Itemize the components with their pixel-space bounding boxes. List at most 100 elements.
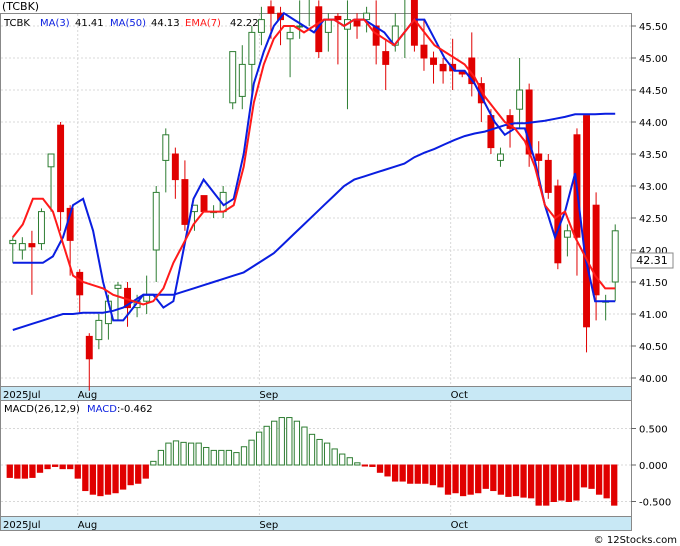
macd-bar-negative (384, 464, 391, 477)
credit-label: © 12Stocks.com (594, 535, 677, 546)
macd-bar-positive (271, 420, 278, 466)
macd-bar-positive (187, 442, 195, 466)
macd-bar-positive (293, 420, 301, 466)
macd-bar-negative (6, 464, 13, 478)
candle-body (430, 57, 437, 65)
chart-canvas: 40.0040.5041.0041.5042.0042.5043.0043.50… (0, 0, 677, 546)
macd-x-label: Aug (78, 520, 98, 531)
price-tick-label: 46.00 (639, 0, 668, 1)
macd-bar-positive (165, 442, 172, 466)
macd-bar-negative (558, 464, 565, 501)
candle-body (76, 271, 84, 296)
macd-bar-negative (135, 464, 142, 484)
price-tick-label: 45.50 (639, 22, 668, 33)
macd-bar-positive (286, 417, 293, 466)
macd-bar-negative (437, 464, 444, 488)
macd-bar-positive (331, 448, 338, 466)
legend-macd-name: MACD (87, 404, 117, 415)
macd-tick-label: 0.000 (639, 461, 668, 472)
last-price-tag: 42.31 (630, 252, 674, 269)
macd-bar-negative (565, 464, 573, 502)
candle-body (286, 31, 294, 40)
candle-body (162, 134, 170, 161)
candle-body (181, 179, 189, 225)
candle-body (38, 211, 45, 245)
macd-bar-negative (512, 464, 520, 497)
candle-body (238, 63, 246, 97)
macd-bar-negative (429, 464, 437, 486)
macd-bar-negative (112, 464, 119, 494)
candle-body (9, 239, 17, 245)
macd-bar-positive (172, 440, 180, 466)
macd-bar-negative (29, 464, 36, 478)
macd-bar-positive (218, 449, 225, 466)
macd-bar-negative (391, 464, 399, 482)
candle-body (248, 31, 256, 65)
candle-body (535, 153, 543, 161)
macd-bar-negative (127, 464, 134, 486)
candle-body (420, 44, 428, 59)
price-tick-label: 41.50 (639, 278, 668, 289)
price-tick-label: 44.50 (639, 86, 668, 97)
macd-bar-negative (490, 464, 497, 492)
candle-body (296, 25, 304, 28)
macd-bar-negative (399, 464, 406, 482)
macd-bar-positive (339, 453, 346, 466)
candle-body (171, 153, 179, 181)
macd-bar-positive (248, 439, 255, 466)
price-tick-label: 43.50 (639, 150, 668, 161)
candle-body (563, 230, 571, 238)
macd-bar-positive (255, 431, 263, 466)
macd-bar-negative (588, 464, 595, 489)
price-x-label: Aug (78, 390, 98, 401)
legend-macd-title: MACD(26,12,9) (4, 404, 80, 415)
macd-bar-positive (308, 433, 316, 466)
macd-bar-positive (278, 417, 285, 466)
macd-bar-negative (361, 464, 369, 467)
macd-bar-negative (422, 464, 429, 484)
price-x-label: Sep (259, 390, 278, 401)
macd-bar-negative (482, 464, 489, 489)
candle-body (95, 319, 103, 341)
macd-bar-positive (240, 446, 248, 466)
macd-bar-negative (51, 464, 59, 467)
macd-bar-negative (414, 464, 421, 484)
macd-bar-positive (316, 438, 323, 466)
macd-bar-negative (611, 464, 618, 506)
candle-body (257, 19, 265, 33)
legend-ma3: MA(3) (40, 18, 70, 29)
candle-body (583, 115, 590, 328)
candle-body (544, 159, 552, 193)
macd-bar-negative (527, 464, 535, 499)
macd-bar-negative (142, 464, 149, 479)
candle-body (497, 153, 504, 161)
macd-bar-negative (14, 464, 21, 479)
macd-bar-positive (346, 457, 353, 466)
macd-bar-positive (157, 449, 165, 466)
macd-bar-positive (225, 449, 233, 466)
macd-bar-negative (89, 464, 97, 495)
macd-legend: MACD(26,12,9) MACD :-0.462 (4, 404, 153, 415)
candle-body (114, 284, 122, 289)
price-tick-label: 41.00 (639, 310, 668, 321)
macd-bar-positive (354, 462, 361, 466)
macd-bar-negative (59, 464, 66, 470)
candle-body (57, 124, 65, 213)
macd-bar-negative (543, 464, 550, 506)
candle-body (611, 230, 619, 283)
legend-ema7-value: 42.22 (230, 18, 259, 29)
stock-chart: 40.00 40.50 41.00 41.50 42.00 42.50 43.00 43.50… (0, 0, 680, 546)
macd-bar-negative (36, 464, 44, 473)
price-panel (0, 13, 632, 401)
candle-body (28, 243, 36, 248)
legend-macd-value: :-0.462 (117, 404, 153, 415)
macd-bar-positive (150, 460, 157, 466)
macd-y-axis: 0.500 0.000 -0.500 (631, 425, 671, 509)
macd-bar-negative (520, 464, 527, 498)
macd-bar-negative (444, 464, 452, 495)
macd-bar-negative (97, 464, 104, 497)
candle-body (516, 89, 524, 110)
macd-bar-negative (535, 464, 542, 506)
macd-bar-negative (505, 464, 512, 497)
macd-bar-positive (323, 442, 331, 466)
